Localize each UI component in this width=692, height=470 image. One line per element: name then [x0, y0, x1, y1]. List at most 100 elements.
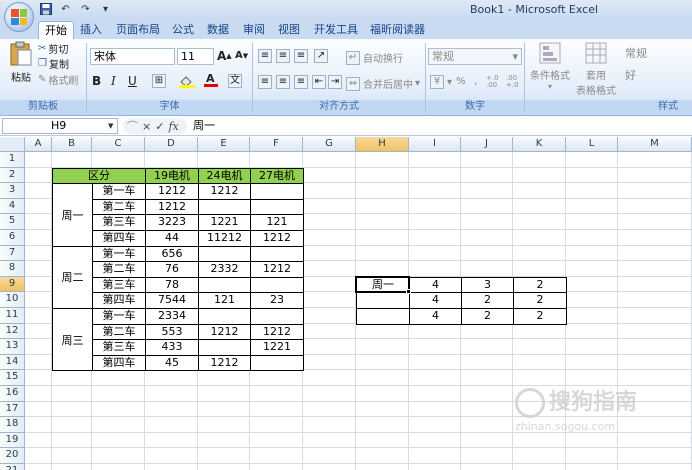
- tab-formulas[interactable]: 公式: [166, 21, 200, 39]
- table-cell[interactable]: 2334: [145, 308, 199, 325]
- table-cell[interactable]: 1212: [250, 230, 304, 247]
- column-header-l[interactable]: L: [566, 137, 618, 152]
- font-name-select[interactable]: 宋体: [90, 48, 175, 65]
- align-right-button[interactable]: ≡: [294, 75, 311, 89]
- table-header-cell[interactable]: 27电机: [250, 167, 304, 185]
- table-cell[interactable]: 78: [145, 276, 199, 294]
- phonetic-button[interactable]: 文: [228, 74, 245, 88]
- table-cell[interactable]: 11212: [198, 230, 251, 247]
- table-cell[interactable]: 1212: [198, 323, 251, 341]
- row-header-7[interactable]: 7: [0, 245, 25, 262]
- row-header-2[interactable]: 2: [0, 167, 25, 184]
- table-cell[interactable]: 3223: [145, 214, 199, 231]
- save-icon[interactable]: [38, 2, 53, 16]
- tab-data[interactable]: 数据: [201, 21, 235, 39]
- table-cell[interactable]: 第二车: [92, 198, 146, 216]
- row-header-16[interactable]: 16: [0, 386, 25, 402]
- table-cell[interactable]: 第三车: [92, 276, 146, 294]
- number-format-select[interactable]: 常规 ▾: [428, 48, 522, 65]
- decrease-decimal-button[interactable]: .00 +.0: [506, 75, 522, 89]
- tab-insert[interactable]: 插入: [74, 21, 108, 39]
- row-header-13[interactable]: 13: [0, 339, 25, 355]
- table-cell[interactable]: 1212: [250, 323, 304, 341]
- table-cell[interactable]: 1212: [198, 183, 251, 200]
- row-header-6[interactable]: 6: [0, 230, 25, 246]
- table-cell[interactable]: 第二车: [92, 261, 146, 278]
- font-color-button[interactable]: A: [203, 72, 219, 87]
- side-table-cell[interactable]: 4: [409, 292, 462, 309]
- increase-indent-button[interactable]: ⇥: [328, 75, 345, 89]
- style-good[interactable]: 好: [622, 68, 692, 85]
- column-header-b[interactable]: B: [52, 137, 92, 152]
- style-normal[interactable]: 常规: [622, 46, 692, 63]
- table-cell[interactable]: 第四车: [92, 292, 146, 309]
- paste-button[interactable]: 粘贴: [6, 41, 36, 84]
- table-cell[interactable]: 1212: [250, 261, 304, 278]
- table-cell[interactable]: 1212: [145, 183, 199, 200]
- side-table-cell[interactable]: 2: [461, 308, 514, 325]
- column-header-j[interactable]: J: [461, 137, 513, 152]
- group-label-cell[interactable]: 周三: [52, 308, 93, 372]
- table-cell[interactable]: 656: [145, 245, 199, 263]
- table-cell[interactable]: 1212: [145, 198, 199, 216]
- row-header-5[interactable]: 5: [0, 214, 25, 230]
- comma-button[interactable]: ,: [474, 76, 477, 87]
- column-header-i[interactable]: I: [409, 137, 461, 152]
- row-header-21[interactable]: 21: [0, 464, 25, 470]
- tab-view[interactable]: 视图: [272, 21, 306, 39]
- table-cell[interactable]: 1212: [198, 354, 251, 372]
- borders-button[interactable]: ⊞: [152, 74, 169, 88]
- name-box[interactable]: H9: [2, 118, 118, 134]
- side-table-cell[interactable]: 4: [409, 308, 462, 325]
- side-table-cell[interactable]: [356, 308, 410, 325]
- row-header-3[interactable]: 3: [0, 183, 25, 199]
- table-cell[interactable]: 433: [145, 339, 199, 356]
- row-header-19[interactable]: 19: [0, 432, 25, 449]
- column-header-e[interactable]: E: [198, 137, 250, 152]
- cut-button[interactable]: ✂ 剪切: [38, 41, 68, 56]
- side-table-cell[interactable]: 周一: [356, 276, 410, 294]
- table-cell[interactable]: 第一车: [92, 183, 146, 200]
- table-header-cell[interactable]: 19电机: [145, 167, 199, 185]
- table-cell[interactable]: [198, 276, 251, 294]
- grow-font-button[interactable]: A ▲: [217, 49, 232, 63]
- table-cell[interactable]: [250, 354, 304, 372]
- font-size-select[interactable]: 11: [177, 48, 214, 65]
- side-table-cell[interactable]: 2: [513, 276, 567, 294]
- column-header-f[interactable]: F: [250, 137, 303, 152]
- table-cell[interactable]: 7544: [145, 292, 199, 309]
- column-header-a[interactable]: A: [25, 137, 52, 152]
- column-header-d[interactable]: D: [145, 137, 198, 152]
- percent-button[interactable]: %: [456, 76, 466, 87]
- orientation-button[interactable]: ↗: [314, 49, 331, 63]
- copy-button[interactable]: ❐ 复制: [38, 56, 69, 71]
- table-cell[interactable]: 76: [145, 261, 199, 278]
- table-cell[interactable]: [250, 245, 304, 263]
- tab-page-layout[interactable]: 页面布局: [110, 21, 166, 39]
- table-cell[interactable]: 第三车: [92, 214, 146, 231]
- cancel-icon[interactable]: ×: [142, 120, 151, 133]
- table-cell[interactable]: 553: [145, 323, 199, 341]
- office-button[interactable]: [4, 2, 34, 32]
- table-cell[interactable]: 第一车: [92, 245, 146, 263]
- row-header-1[interactable]: 1: [0, 152, 25, 168]
- table-cell[interactable]: 第四车: [92, 354, 146, 372]
- group-label-cell[interactable]: 周一: [52, 183, 93, 247]
- side-table-cell[interactable]: 2: [513, 308, 567, 325]
- align-left-button[interactable]: ≡: [258, 75, 275, 89]
- table-cell[interactable]: [250, 198, 304, 216]
- table-cell[interactable]: [198, 245, 251, 263]
- table-cell[interactable]: 第二车: [92, 323, 146, 341]
- middle-align-button[interactable]: ≡: [276, 49, 293, 63]
- formula-input[interactable]: 周一: [190, 118, 690, 134]
- format-as-table-button[interactable]: 套用 表格格式: [576, 41, 616, 97]
- tab-review[interactable]: 审阅: [237, 21, 271, 39]
- decrease-indent-button[interactable]: ⇤: [312, 75, 329, 89]
- side-table-cell[interactable]: 2: [513, 292, 567, 309]
- table-cell[interactable]: 45: [145, 354, 199, 372]
- shrink-font-button[interactable]: A ▼: [235, 50, 248, 61]
- table-cell[interactable]: [250, 308, 304, 325]
- row-header-14[interactable]: 14: [0, 354, 25, 371]
- tab-home[interactable]: 开始: [38, 21, 74, 39]
- italic-button[interactable]: I: [111, 74, 116, 88]
